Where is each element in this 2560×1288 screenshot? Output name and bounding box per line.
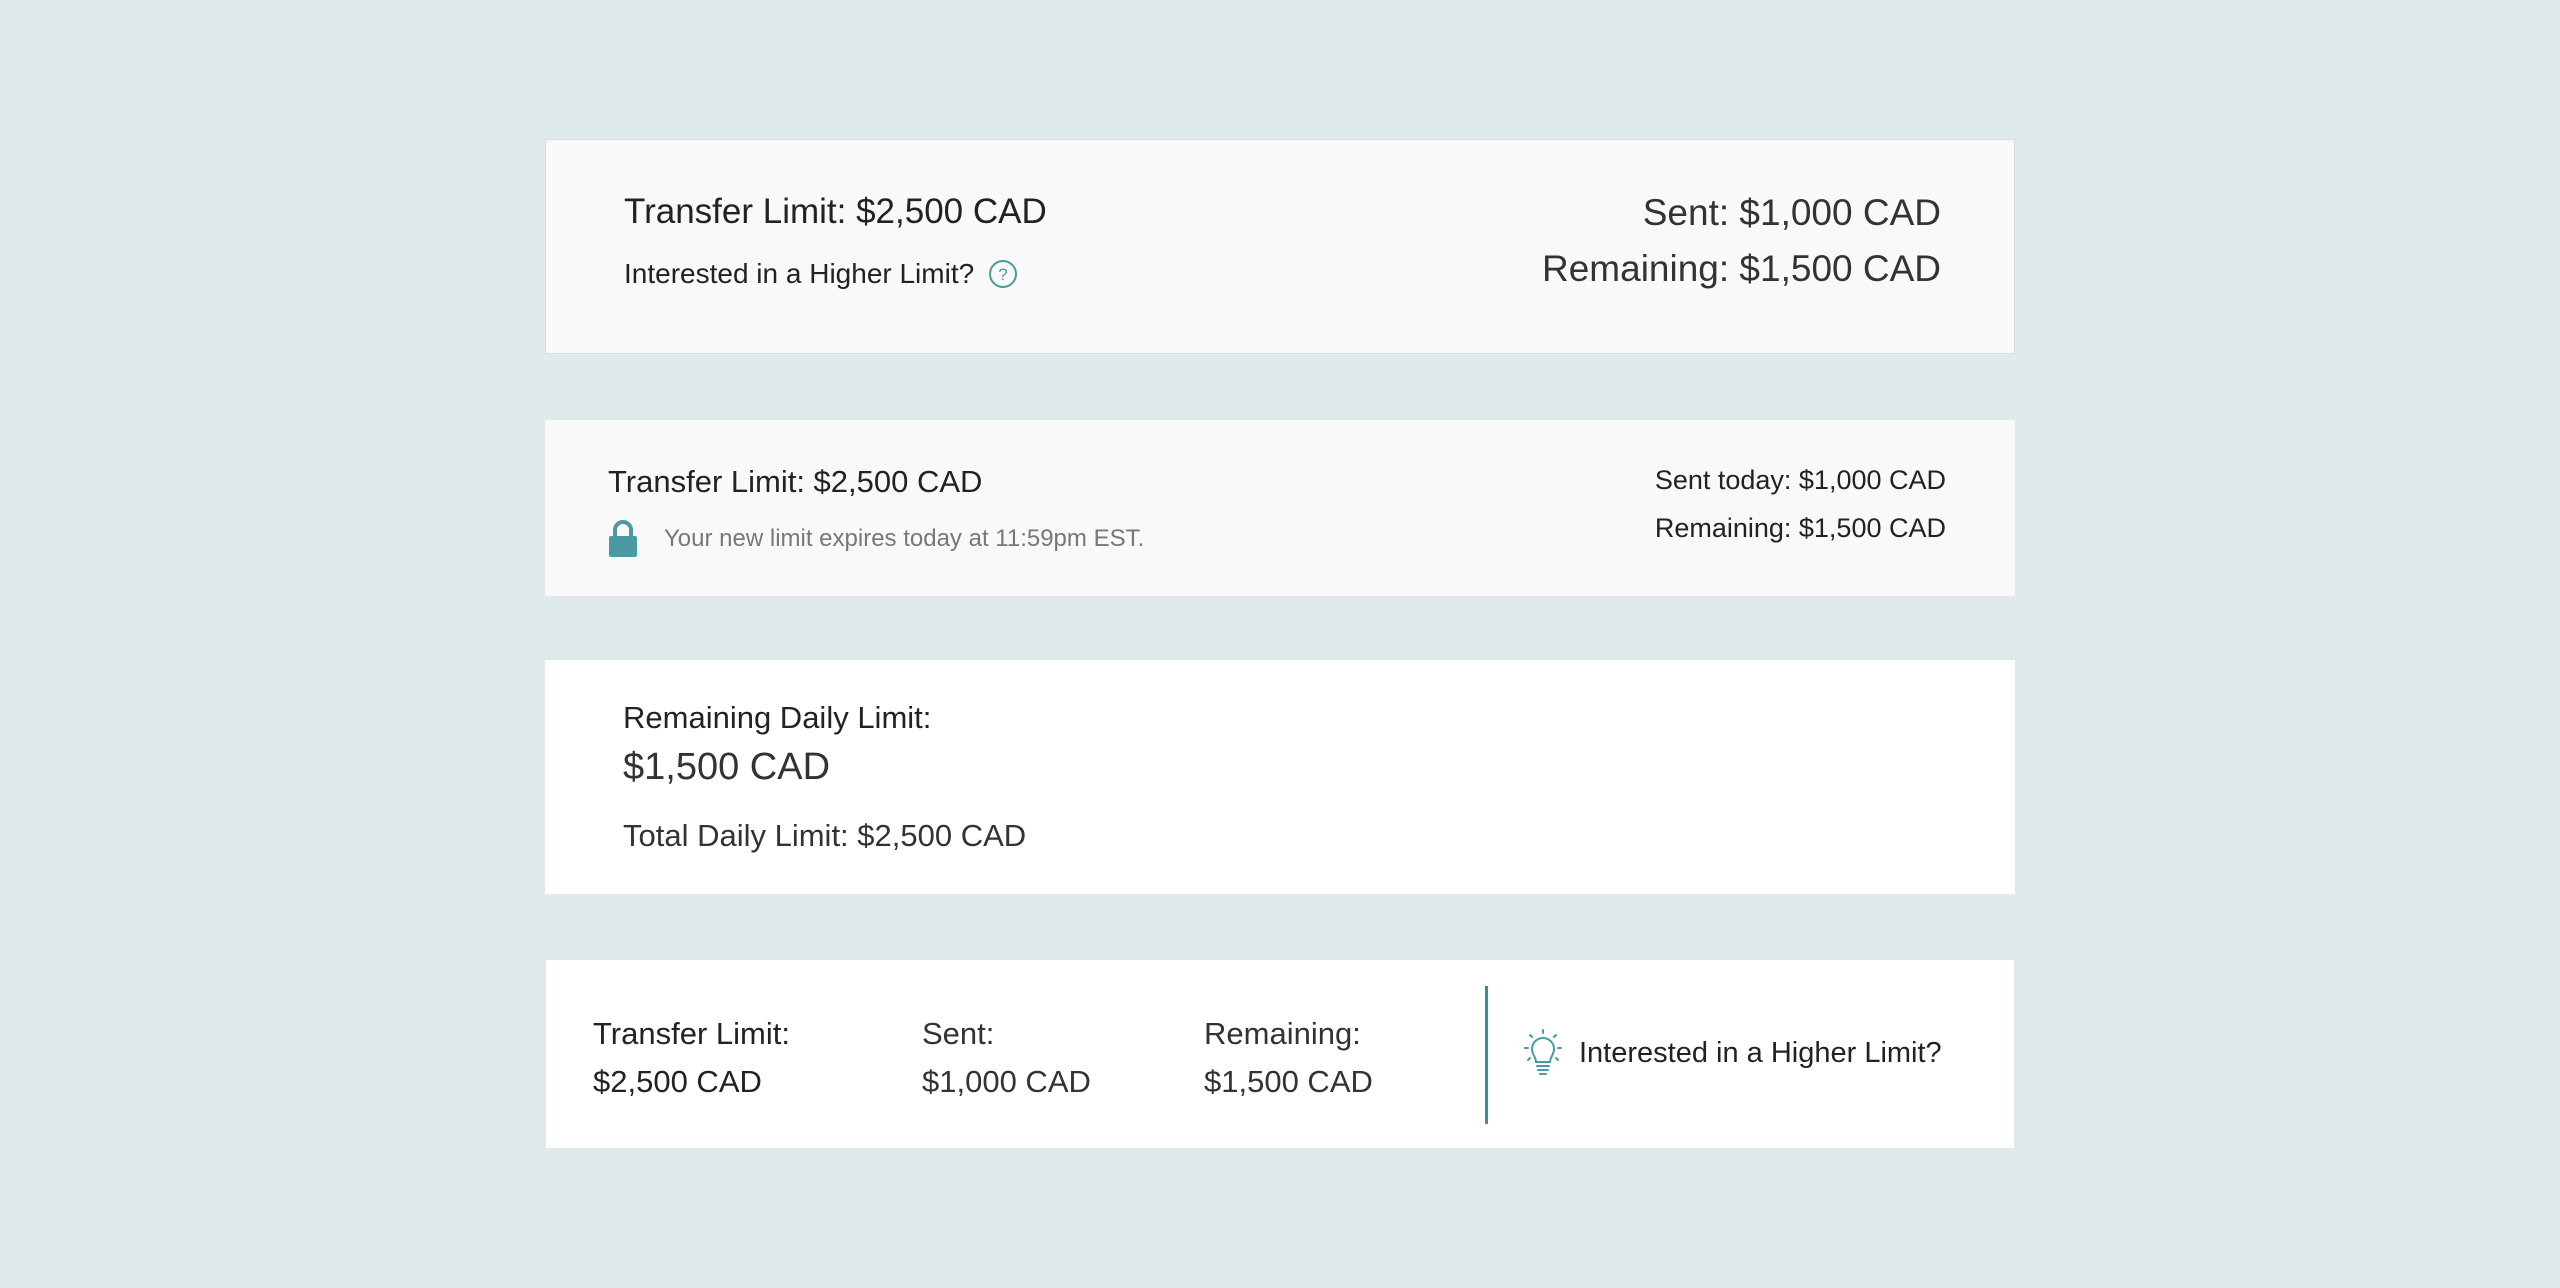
lock-icon (608, 520, 638, 558)
transfer-limit-value: $2,500 CAD (593, 1064, 762, 1099)
remaining-value: $1,500 CAD (1204, 1064, 1373, 1099)
remaining-label: Remaining: (1204, 1016, 1361, 1051)
transfer-limit-card-4: Transfer Limit: $2,500 CAD Sent: $1,000 … (545, 959, 2015, 1149)
limit-expiry-text: Your new limit expires today at 11:59pm … (664, 525, 1145, 552)
remaining-column: Remaining: $1,500 CAD (1204, 1010, 1373, 1106)
sent-label: Sent: (922, 1016, 995, 1051)
transfer-limit-label: Transfer Limit: (593, 1016, 790, 1051)
remaining-amount: Remaining: $1,500 CAD (1654, 513, 1946, 543)
lightbulb-icon (1522, 1029, 1564, 1077)
sent-amount: Sent: $1,000 CAD (1642, 192, 1941, 233)
transfer-limit-column: Transfer Limit: $2,500 CAD (593, 1010, 790, 1106)
remaining-daily-limit-card: Remaining Daily Limit: $1,500 CAD Total … (545, 660, 2015, 894)
transfer-limit-title: Transfer Limit: $2,500 CAD (624, 192, 1047, 231)
remaining-daily-limit-amount: $1,500 CAD (623, 746, 831, 788)
vertical-divider (1485, 986, 1488, 1124)
sent-column: Sent: $1,000 CAD (922, 1010, 1091, 1106)
limit-expiry-note: Your new limit expires today at 11:59pm … (608, 520, 1144, 558)
limit-summary: Sent today: $1,000 CAD Remaining: $1,500… (1655, 456, 1946, 552)
sent-today-amount: Sent today: $1,000 CAD (1654, 465, 1946, 495)
limit-summary: Sent: $1,000 CAD Remaining: $1,500 CAD (1542, 185, 1941, 297)
remaining-amount: Remaining: $1,500 CAD (1542, 248, 1941, 289)
transfer-limit-title: Transfer Limit: $2,500 CAD (608, 464, 983, 499)
transfer-limit-card-1: Transfer Limit: $2,500 CAD Interested in… (545, 139, 2015, 354)
transfer-limit-card-2: Transfer Limit: $2,500 CAD Your new limi… (545, 420, 2015, 596)
sent-value: $1,000 CAD (922, 1064, 1091, 1099)
higher-limit-link[interactable]: Interested in a Higher Limit? (1522, 1029, 1942, 1077)
higher-limit-prompt: Interested in a Higher Limit? ? (624, 258, 1018, 290)
svg-text:?: ? (998, 265, 1007, 284)
question-circle-icon[interactable]: ? (988, 259, 1018, 289)
remaining-daily-limit-label: Remaining Daily Limit: (623, 700, 932, 735)
total-daily-limit: Total Daily Limit: $2,500 CAD (623, 818, 1027, 853)
higher-limit-text: Interested in a Higher Limit? (624, 258, 975, 289)
higher-limit-text[interactable]: Interested in a Higher Limit? (1579, 1037, 1942, 1070)
